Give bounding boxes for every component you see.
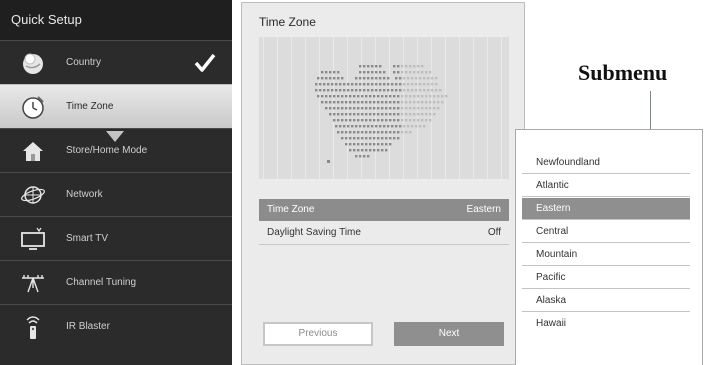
antenna-icon bbox=[22, 275, 44, 293]
sidebar-item-time-zone[interactable]: Time Zone bbox=[0, 84, 232, 128]
sidebar-item-ir-blaster[interactable]: IR Blaster bbox=[0, 304, 232, 365]
sidebar-item-channel-tuning[interactable]: Channel Tuning bbox=[0, 260, 232, 304]
submenu-item-alaska[interactable]: Alaska bbox=[522, 290, 690, 312]
house-icon bbox=[23, 142, 43, 161]
sidebar-item-label: Smart TV bbox=[66, 233, 109, 244]
setting-label: Daylight Saving Time bbox=[267, 227, 361, 238]
sidebar-item-label: IR Blaster bbox=[66, 321, 110, 332]
time-zone-panel: Time Zone Time Zone Eastern Daylight Sav… bbox=[241, 2, 525, 365]
next-button[interactable]: Next bbox=[394, 322, 504, 346]
north-america-dot-map bbox=[263, 37, 502, 179]
time-zone-submenu: Newfoundland Atlantic Eastern Central Mo… bbox=[515, 129, 703, 365]
submenu-item-atlantic[interactable]: Atlantic bbox=[522, 175, 690, 197]
time-zone-setting-row[interactable]: Time Zone Eastern bbox=[259, 199, 509, 221]
sidebar-item-label: Time Zone bbox=[66, 101, 114, 112]
sidebar-item-network[interactable]: Network bbox=[0, 172, 232, 216]
divider bbox=[259, 244, 509, 245]
panel-title: Time Zone bbox=[259, 15, 316, 29]
submenu-item-newfoundland[interactable]: Newfoundland bbox=[522, 152, 690, 174]
sidebar-item-label: Country bbox=[66, 57, 102, 68]
setting-value: Eastern bbox=[466, 204, 501, 215]
daylight-saving-setting-row[interactable]: Daylight Saving Time Off bbox=[259, 222, 509, 244]
submenu-item-central[interactable]: Central bbox=[522, 221, 690, 243]
sidebar-item-smart-tv[interactable]: Smart TV bbox=[0, 216, 232, 260]
submenu-item-hawaii[interactable]: Hawaii bbox=[522, 313, 690, 335]
globe-disc-icon bbox=[23, 53, 43, 74]
clock-globe-icon bbox=[22, 96, 44, 119]
checkmark-icon bbox=[194, 53, 216, 72]
ir-remote-icon bbox=[26, 316, 40, 339]
sidebar-title: Quick Setup bbox=[0, 0, 232, 40]
setting-value: Off bbox=[487, 227, 501, 238]
network-globe-icon bbox=[21, 186, 45, 204]
sidebar-item-label: Channel Tuning bbox=[66, 277, 137, 288]
sidebar-item-label: Network bbox=[66, 189, 103, 200]
time-zone-map[interactable] bbox=[259, 37, 509, 179]
quick-setup-sidebar: Quick Setup Country Time Zone Store/Home… bbox=[0, 0, 232, 365]
submenu-item-mountain[interactable]: Mountain bbox=[522, 244, 690, 266]
previous-button[interactable]: Previous bbox=[263, 322, 373, 346]
smart-tv-icon bbox=[21, 227, 45, 250]
scroll-down-indicator bbox=[106, 131, 124, 142]
setting-label: Time Zone bbox=[267, 204, 315, 215]
submenu-item-pacific[interactable]: Pacific bbox=[522, 267, 690, 289]
sidebar-item-country[interactable]: Country bbox=[0, 40, 232, 84]
submenu-callout-label: Submenu bbox=[578, 60, 668, 85]
submenu-item-eastern[interactable]: Eastern bbox=[522, 198, 690, 220]
